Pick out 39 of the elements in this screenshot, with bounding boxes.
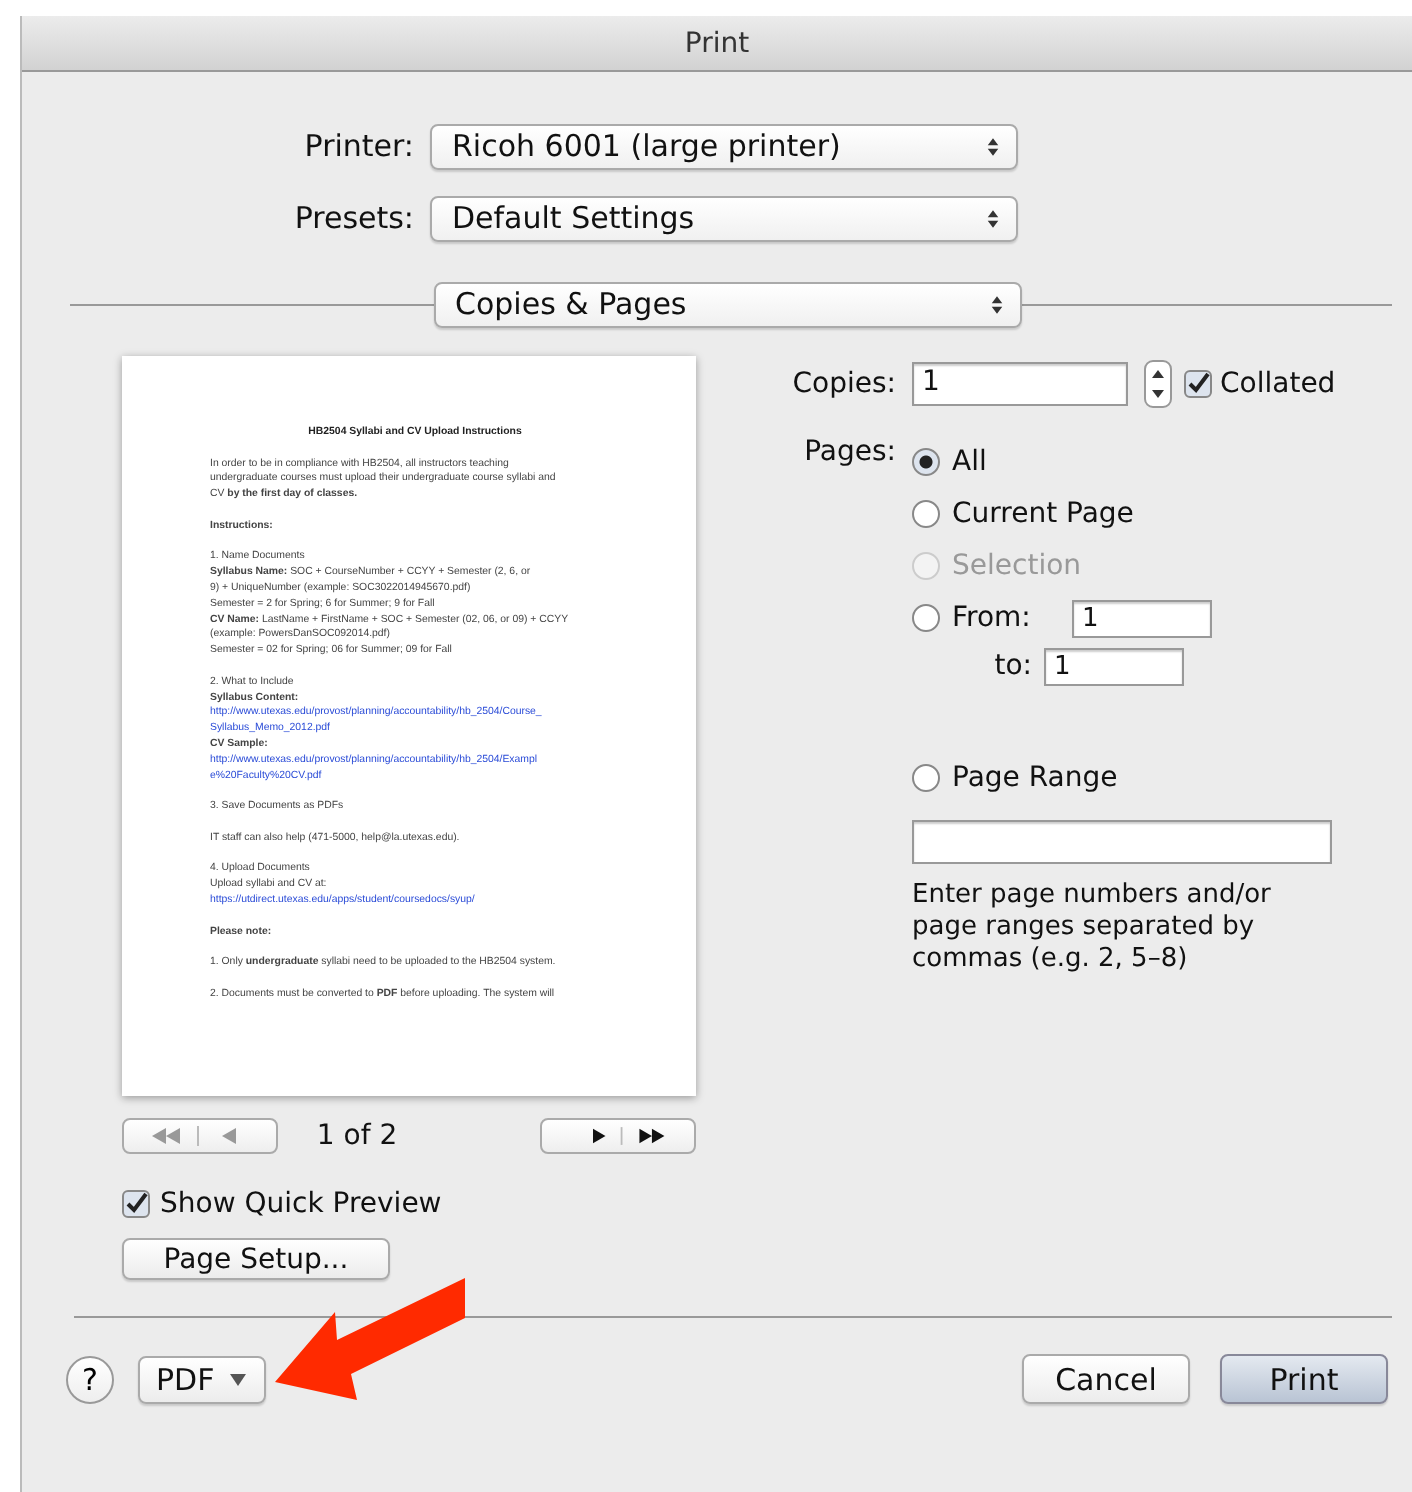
from-field[interactable]: 1	[1072, 599, 1212, 637]
pdf-menu-button[interactable]: PDF	[138, 1355, 266, 1403]
page-range-field[interactable]	[912, 820, 1332, 864]
printer-label: Printer:	[302, 128, 416, 164]
to-label: to:	[992, 650, 1032, 682]
stepper-icon[interactable]	[1144, 360, 1172, 408]
copies-label: Copies:	[790, 368, 896, 400]
radio-label: All	[952, 446, 987, 478]
pages-label: Pages:	[802, 436, 896, 472]
copies-field[interactable]: 1	[912, 362, 1128, 406]
help-button[interactable]: ?	[66, 1355, 114, 1403]
updown-icon	[986, 135, 1000, 157]
updown-icon	[989, 293, 1003, 315]
presets-label: Presets:	[292, 200, 416, 236]
radio-button[interactable]	[912, 604, 940, 632]
updown-icon	[986, 207, 1000, 229]
radio-button[interactable]	[912, 448, 940, 476]
page-indicator: 1 of 2	[314, 1120, 400, 1152]
radio-label: Page Range	[952, 762, 1118, 794]
page-range-hint: Enter page numbers and/or page ranges separated by commas (e.g. 2, 5–8)	[912, 880, 1273, 976]
next-page-buttons[interactable]	[540, 1118, 696, 1154]
collated-checkbox[interactable]	[1184, 370, 1212, 398]
default-button[interactable]: Print	[1220, 1354, 1388, 1404]
radio-label: Selection	[952, 550, 1082, 582]
quick-preview-checkbox[interactable]	[122, 1190, 150, 1218]
collated-label: Collated	[1220, 368, 1336, 400]
printer-dropdown[interactable]: Ricoh 6001 (large printer)	[430, 123, 1018, 169]
radio-label: Current Page	[952, 498, 1134, 530]
from-label: From:	[952, 602, 1033, 634]
page-setup-button[interactable]: Page Setup...	[122, 1238, 390, 1280]
to-field[interactable]: 1	[1044, 647, 1184, 685]
window-title: Print	[684, 27, 750, 59]
dialog-button[interactable]: Cancel	[1022, 1354, 1190, 1404]
radio-button[interactable]	[912, 764, 940, 792]
quick-preview-label: Show Quick Preview	[160, 1188, 442, 1220]
section-dropdown[interactable]: Copies & Pages	[433, 281, 1021, 327]
radio-button[interactable]	[912, 500, 940, 528]
caret-icon	[230, 1373, 246, 1385]
presets-dropdown[interactable]: Default Settings	[430, 195, 1018, 241]
